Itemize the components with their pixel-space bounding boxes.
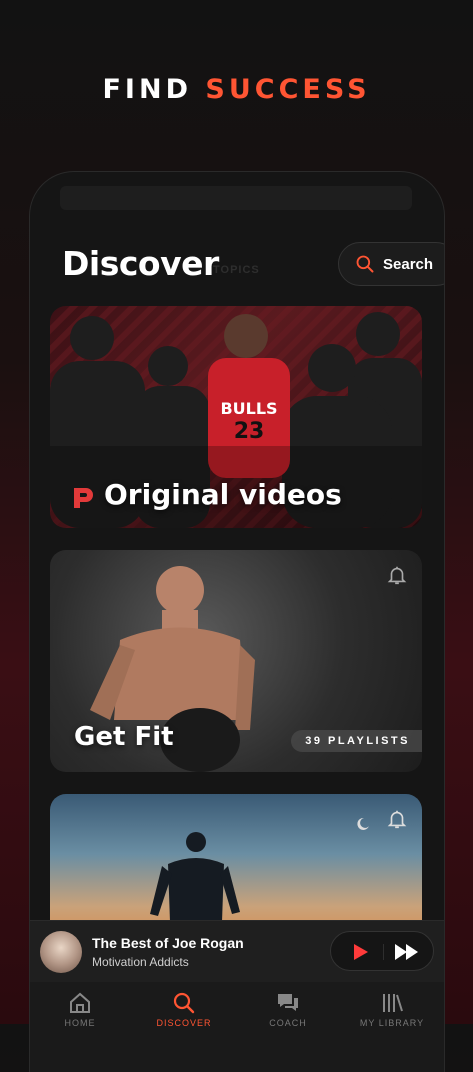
tab-coach[interactable]: COACH <box>248 990 328 1028</box>
tab-home[interactable]: HOME <box>40 990 120 1028</box>
search-button[interactable]: Search <box>338 242 444 286</box>
playlists-count-badge: 39 PLAYLISTS <box>291 730 422 752</box>
now-playing-subtitle: Motivation Addicts <box>92 955 189 969</box>
now-playing-bar[interactable]: The Best of Joe Rogan Motivation Addicts <box>30 920 444 983</box>
bell-icon[interactable] <box>386 564 408 586</box>
card-title-original-videos: Original videos <box>104 478 342 511</box>
status-bar <box>60 186 412 210</box>
play-icon[interactable] <box>349 941 371 963</box>
controls-divider <box>383 944 384 960</box>
search-icon <box>356 255 374 273</box>
headline-word-find: FIND <box>102 74 192 105</box>
phone-frame: Discover TOPICS Search BULLS 23 Original… <box>30 172 444 1072</box>
tab-discover-label: DISCOVER <box>156 1018 212 1028</box>
bell-icon[interactable] <box>386 808 408 830</box>
original-videos-card[interactable]: BULLS 23 Original videos <box>50 306 422 528</box>
tab-my-library[interactable]: MY LIBRARY <box>352 990 432 1028</box>
tab-coach-label: COACH <box>269 1018 307 1028</box>
page-title: Discover <box>62 244 219 283</box>
headline-word-success: SUCCESS <box>205 74 371 105</box>
p-logo-icon <box>74 488 93 508</box>
get-fit-card[interactable]: Get Fit 39 PLAYLISTS <box>50 550 422 772</box>
tab-discover[interactable]: DISCOVER <box>144 990 224 1028</box>
headline: FIND SUCCESS <box>0 74 473 105</box>
library-icon <box>383 994 403 1012</box>
player-controls <box>330 931 434 971</box>
tab-home-label: HOME <box>64 1018 96 1028</box>
topics-ghost-label: TOPICS <box>213 264 260 276</box>
fast-forward-icon[interactable] <box>393 941 421 963</box>
chat-icon <box>278 994 298 1011</box>
tab-my-library-label: MY LIBRARY <box>359 1018 425 1028</box>
search-icon <box>173 992 195 1014</box>
podcast-avatar <box>40 931 82 973</box>
svg-text:23: 23 <box>234 419 265 444</box>
now-playing-title: The Best of Joe Rogan <box>92 935 244 951</box>
bottom-tab-bar: HOME DISCOVER COACH MY LIBRARY <box>30 982 444 1072</box>
search-label: Search <box>383 255 434 273</box>
card-title-get-fit: Get Fit <box>74 722 174 752</box>
svg-text:BULLS: BULLS <box>220 399 277 418</box>
home-icon <box>70 992 90 1013</box>
